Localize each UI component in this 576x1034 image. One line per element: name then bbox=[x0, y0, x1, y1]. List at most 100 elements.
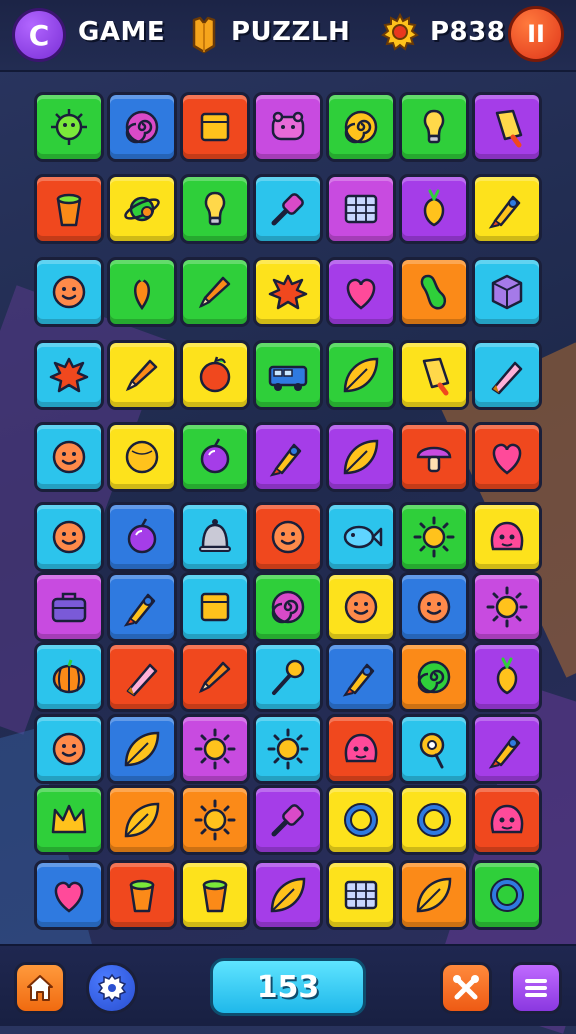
game-tile[interactable] bbox=[34, 422, 104, 492]
game-tile[interactable] bbox=[107, 340, 177, 410]
game-tile[interactable] bbox=[472, 92, 542, 162]
sun-icon bbox=[413, 516, 455, 558]
game-tile[interactable] bbox=[253, 860, 323, 930]
game-tile[interactable] bbox=[180, 92, 250, 162]
game-tile[interactable] bbox=[253, 714, 323, 784]
hamburger-icon bbox=[525, 979, 547, 997]
game-tile[interactable] bbox=[34, 572, 104, 642]
game-tile[interactable] bbox=[107, 642, 177, 712]
smiley-icon bbox=[52, 440, 86, 474]
game-tile[interactable] bbox=[326, 174, 396, 244]
game-tile[interactable] bbox=[326, 714, 396, 784]
game-tile[interactable] bbox=[399, 92, 469, 162]
rocket-icon bbox=[342, 663, 375, 697]
pause-button[interactable]: II bbox=[508, 6, 564, 62]
move-counter: 153 bbox=[210, 958, 366, 1016]
game-tile[interactable] bbox=[180, 785, 250, 855]
game-tile[interactable] bbox=[34, 257, 104, 327]
game-tile[interactable] bbox=[472, 502, 542, 572]
game-tile[interactable] bbox=[326, 92, 396, 162]
game-tile[interactable] bbox=[472, 257, 542, 327]
game-tile[interactable] bbox=[253, 785, 323, 855]
game-tile[interactable] bbox=[472, 572, 542, 642]
game-tile[interactable] bbox=[326, 860, 396, 930]
game-tile[interactable] bbox=[326, 572, 396, 642]
game-tile[interactable] bbox=[399, 502, 469, 572]
game-tile[interactable] bbox=[472, 340, 542, 410]
game-tile[interactable] bbox=[34, 860, 104, 930]
game-tile[interactable] bbox=[253, 572, 323, 642]
game-tile[interactable] bbox=[253, 340, 323, 410]
mushroom-icon bbox=[416, 446, 452, 473]
game-tile[interactable] bbox=[180, 502, 250, 572]
home-button[interactable] bbox=[14, 962, 66, 1014]
game-tile[interactable] bbox=[180, 257, 250, 327]
game-tile[interactable] bbox=[180, 174, 250, 244]
game-tile[interactable] bbox=[472, 642, 542, 712]
game-tile[interactable] bbox=[472, 422, 542, 492]
game-tile[interactable] bbox=[107, 714, 177, 784]
tools-button[interactable] bbox=[440, 962, 492, 1014]
game-tile[interactable] bbox=[399, 860, 469, 930]
game-tile[interactable] bbox=[399, 714, 469, 784]
game-tile[interactable] bbox=[180, 714, 250, 784]
game-tile[interactable] bbox=[326, 785, 396, 855]
game-tile[interactable] bbox=[107, 785, 177, 855]
game-tile[interactable] bbox=[253, 502, 323, 572]
game-tile[interactable] bbox=[399, 257, 469, 327]
germ-icon bbox=[51, 109, 87, 145]
monster-icon bbox=[490, 804, 524, 834]
game-tile[interactable] bbox=[399, 642, 469, 712]
game-tile[interactable] bbox=[107, 92, 177, 162]
game-tile[interactable] bbox=[180, 340, 250, 410]
game-tile[interactable] bbox=[34, 174, 104, 244]
menu-button[interactable]: C bbox=[12, 8, 66, 62]
game-tile[interactable] bbox=[399, 572, 469, 642]
game-tile[interactable] bbox=[34, 92, 104, 162]
game-tile[interactable] bbox=[34, 340, 104, 410]
truck-icon bbox=[268, 365, 308, 391]
leaf-icon bbox=[416, 877, 452, 913]
game-tile[interactable] bbox=[253, 422, 323, 492]
game-tile[interactable] bbox=[326, 422, 396, 492]
move-count: 153 bbox=[256, 969, 320, 1005]
game-tile[interactable] bbox=[399, 422, 469, 492]
game-tile[interactable] bbox=[34, 642, 104, 712]
menu-list-button[interactable] bbox=[510, 962, 562, 1014]
game-tile[interactable] bbox=[253, 92, 323, 162]
game-tile[interactable] bbox=[472, 174, 542, 244]
game-tile[interactable] bbox=[107, 572, 177, 642]
game-tile[interactable] bbox=[326, 340, 396, 410]
game-tile[interactable] bbox=[253, 642, 323, 712]
planet-icon bbox=[124, 196, 160, 222]
game-tile[interactable] bbox=[326, 642, 396, 712]
sun-icon bbox=[194, 799, 236, 841]
game-tile[interactable] bbox=[326, 502, 396, 572]
game-tile[interactable] bbox=[107, 174, 177, 244]
smiley-icon bbox=[52, 520, 86, 554]
game-tile[interactable] bbox=[180, 642, 250, 712]
game-tile[interactable] bbox=[107, 502, 177, 572]
leaf-icon bbox=[124, 802, 160, 838]
game-tile[interactable] bbox=[253, 257, 323, 327]
game-tile[interactable] bbox=[180, 860, 250, 930]
game-tile[interactable] bbox=[34, 785, 104, 855]
game-tile[interactable] bbox=[472, 785, 542, 855]
game-tile[interactable] bbox=[253, 174, 323, 244]
settings-button[interactable] bbox=[86, 962, 138, 1014]
game-tile[interactable] bbox=[399, 340, 469, 410]
game-tile[interactable] bbox=[34, 714, 104, 784]
game-tile[interactable] bbox=[180, 422, 250, 492]
game-tile[interactable] bbox=[472, 714, 542, 784]
game-tile[interactable] bbox=[399, 785, 469, 855]
game-tile[interactable] bbox=[107, 422, 177, 492]
game-tile[interactable] bbox=[180, 572, 250, 642]
game-tile[interactable] bbox=[472, 860, 542, 930]
game-tile[interactable] bbox=[326, 257, 396, 327]
game-tile[interactable] bbox=[107, 860, 177, 930]
game-tile[interactable] bbox=[34, 502, 104, 572]
top-bar: C GAME PUZZLH P838 II bbox=[0, 0, 576, 72]
carrot-icon bbox=[134, 271, 150, 311]
game-tile[interactable] bbox=[399, 174, 469, 244]
game-tile[interactable] bbox=[107, 257, 177, 327]
